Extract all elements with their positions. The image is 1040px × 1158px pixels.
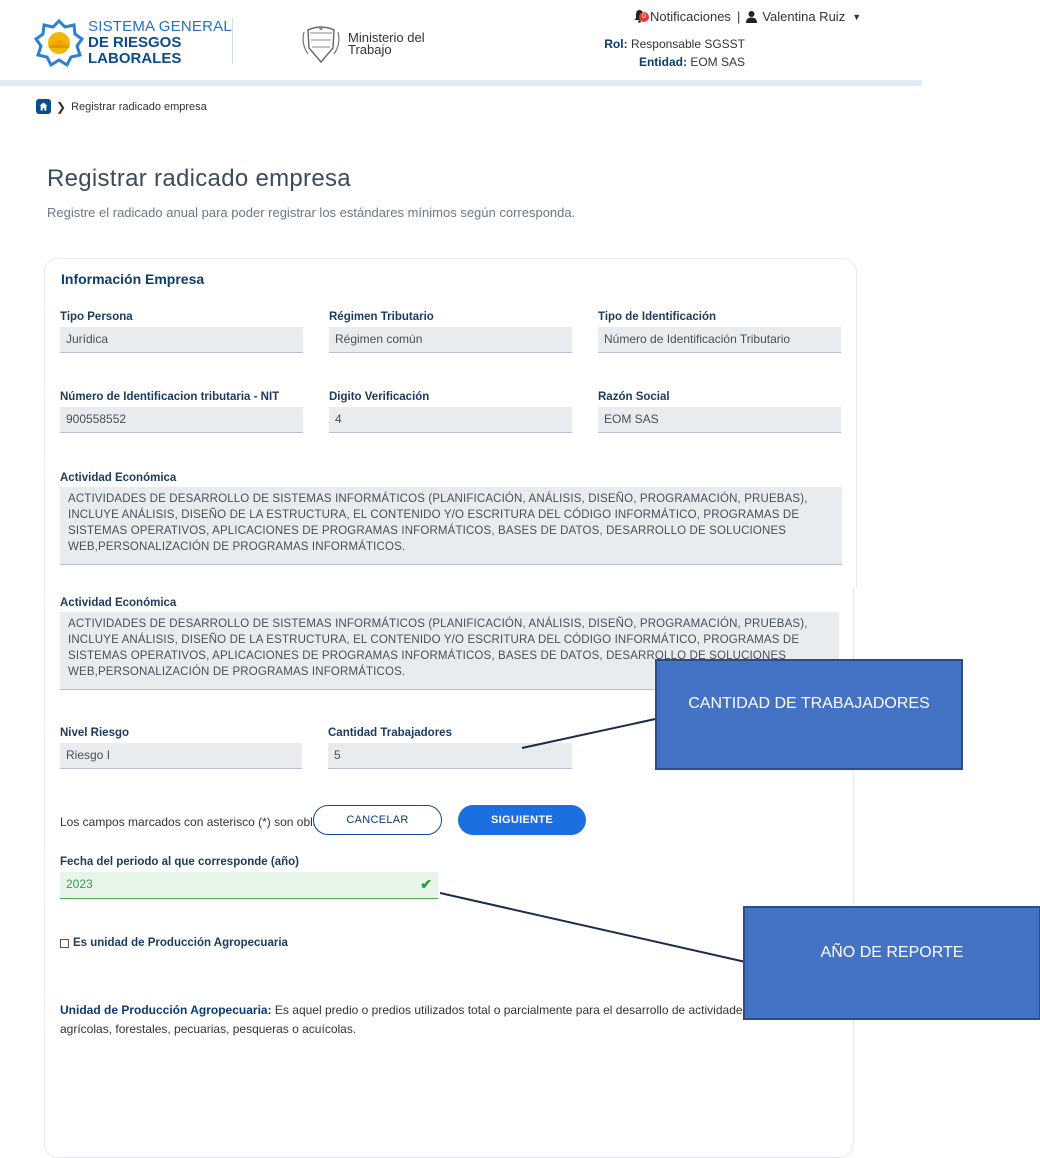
nivel-riesgo-field: Riesgo I xyxy=(60,743,302,769)
regimen-label: Régimen Tributario xyxy=(329,311,434,323)
section-title: Información Empresa xyxy=(61,271,205,287)
upa-checkbox[interactable] xyxy=(60,938,69,948)
gear-logo-icon xyxy=(34,18,84,68)
upa-checkbox-label: Es unidad de Producción Agropecuaria xyxy=(73,937,288,949)
role-value: Responsable SGSST xyxy=(630,37,745,51)
logo-line-2: DE RIESGOS xyxy=(88,34,182,51)
user-bar: 0 Notificaciones | Valentina Ruiz ▼ xyxy=(634,9,861,24)
upa-description: Unidad de Producción Agropecuaria: Es aq… xyxy=(60,1001,750,1039)
home-icon[interactable] xyxy=(36,99,51,114)
cancel-button[interactable]: CANCELAR xyxy=(313,805,442,835)
page-subtitle: Registre el radicado anual para poder re… xyxy=(47,205,576,220)
nivel-riesgo-label: Nivel Riesgo xyxy=(60,727,130,739)
regimen-field: Régimen común xyxy=(329,327,572,353)
notification-count-badge: 0 xyxy=(639,12,649,22)
tipo-persona-field: Jurídica xyxy=(60,327,303,353)
cantidad-trabajadores-label: Cantidad Trabajadores xyxy=(328,727,452,739)
user-bar-separator: | xyxy=(736,9,741,24)
entity-label: Entidad: xyxy=(638,55,687,69)
role-label: Rol: xyxy=(604,37,628,51)
entity-value: EOM SAS xyxy=(690,55,745,69)
notifications-link[interactable]: Notificaciones xyxy=(650,9,731,24)
page-title: Registrar radicado empresa xyxy=(47,165,351,192)
callout-ano-reporte: AÑO DE REPORTE xyxy=(743,906,1040,1020)
fecha-periodo-input[interactable]: 2023 ✔ xyxy=(60,872,438,899)
tipo-id-field: Número de Identificación Tributario xyxy=(598,327,841,353)
cantidad-trabajadores-field: 5 xyxy=(328,743,572,769)
actividad-label: Actividad Económica xyxy=(60,472,177,484)
nit-field: 900558552 xyxy=(60,407,303,433)
digito-label: Digito Verificación xyxy=(329,391,430,403)
ministry-line-2: Trabajo xyxy=(348,42,392,57)
logo-line-3: LABORALES xyxy=(88,50,182,67)
tipo-persona-label: Tipo Persona xyxy=(60,311,133,323)
fecha-periodo-label: Fecha del periodo al que corresponde (añ… xyxy=(60,856,299,868)
user-role-info: Rol: Responsable SGSST Entidad: EOM SAS xyxy=(604,35,745,71)
user-menu[interactable]: Valentina Ruiz xyxy=(762,9,845,24)
ministry-logo[interactable]: Ministerio del Trabajo xyxy=(300,24,425,64)
tipo-id-label: Tipo de Identificación xyxy=(598,311,716,323)
upa-term: Unidad de Producción Agropecuaria: xyxy=(60,1003,272,1017)
breadcrumb-current: Registrar radicado empresa xyxy=(71,100,207,113)
actividad-field: ACTIVIDADES DE DESARROLLO DE SISTEMAS IN… xyxy=(60,487,842,565)
bell-icon[interactable]: 0 xyxy=(634,10,649,23)
header-divider xyxy=(232,18,233,64)
razon-social-label: Razón Social xyxy=(598,391,670,403)
fecha-periodo-value: 2023 xyxy=(66,877,93,891)
logo-line-1: SISTEMA GENERAL xyxy=(88,18,232,35)
razon-social-field: EOM SAS xyxy=(598,407,841,433)
checkmark-icon: ✔ xyxy=(420,876,432,892)
sgrl-logo[interactable]: SISTEMA GENERAL DE RIESGOS LABORALES xyxy=(34,18,232,68)
coat-of-arms-icon xyxy=(302,26,340,64)
digito-field: 4 xyxy=(329,407,572,433)
user-icon xyxy=(746,10,758,23)
nit-label: Número de Identificacion tributaria - NI… xyxy=(60,391,280,403)
next-button[interactable]: SIGUIENTE xyxy=(458,805,586,835)
upa-checkbox-row[interactable]: Es unidad de Producción Agropecuaria xyxy=(60,937,288,949)
callout-cantidad-trabajadores: CANTIDAD DE TRABAJADORES xyxy=(655,659,963,770)
breadcrumb: ❯ Registrar radicado empresa xyxy=(36,99,207,114)
app-header: SISTEMA GENERAL DE RIESGOS LABORALES Min… xyxy=(0,0,922,86)
caret-down-icon[interactable]: ▼ xyxy=(852,12,861,22)
actividad-label-2: Actividad Económica xyxy=(60,597,177,609)
chevron-right-icon: ❯ xyxy=(56,99,67,114)
